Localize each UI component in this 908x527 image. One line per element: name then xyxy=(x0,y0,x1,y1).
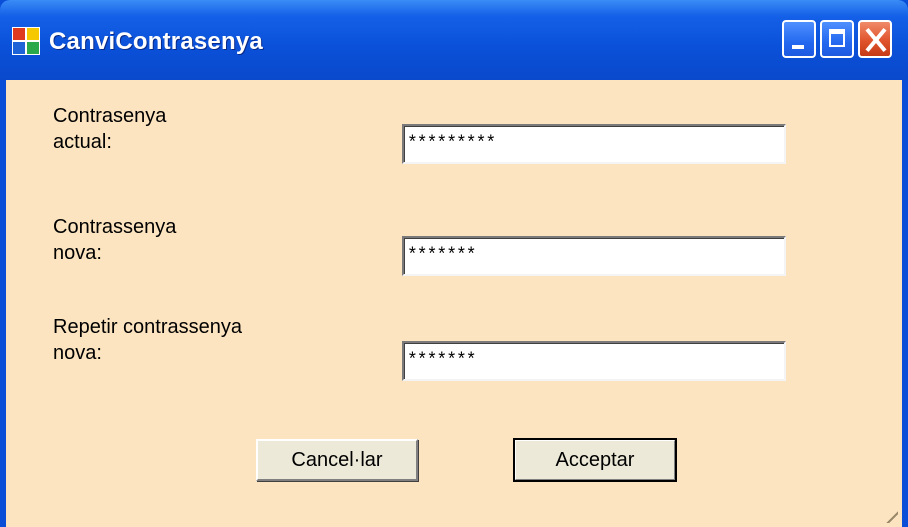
close-button[interactable] xyxy=(858,20,892,58)
repeat-new-password-input[interactable]: ******* xyxy=(402,341,786,381)
change-password-window: CanviContrasenya Contrasenya actual: ***… xyxy=(0,0,908,527)
current-password-label: Contrasenya actual: xyxy=(53,105,167,153)
minimize-icon xyxy=(792,45,804,49)
repeat-new-password-label: Repetir contrassenya nova: xyxy=(53,316,242,364)
new-password-input[interactable]: ******* xyxy=(402,236,786,276)
app-icon[interactable] xyxy=(11,26,40,55)
accept-button[interactable]: Acceptar xyxy=(513,438,677,482)
window-title: CanviContrasenya xyxy=(49,28,263,55)
cancel-button[interactable]: Cancel·lar xyxy=(256,439,418,481)
minimize-button[interactable] xyxy=(782,20,816,58)
close-icon xyxy=(865,26,885,52)
form-client-area: Contrasenya actual: ********* Contrassen… xyxy=(6,80,902,527)
current-password-input[interactable]: ********* xyxy=(402,124,786,164)
new-password-label: Contrassenya nova: xyxy=(53,216,177,264)
title-bar[interactable]: CanviContrasenya xyxy=(0,0,908,80)
maximize-icon xyxy=(829,29,845,47)
resize-grip-icon[interactable] xyxy=(878,503,898,523)
maximize-button[interactable] xyxy=(820,20,854,58)
